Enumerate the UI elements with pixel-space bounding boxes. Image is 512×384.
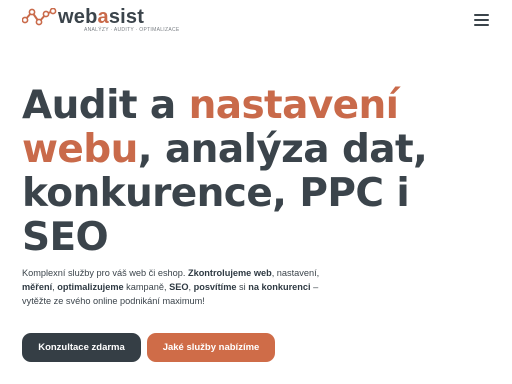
- hero-description: Komplexní služby pro váš web či eshop. Z…: [22, 268, 320, 306]
- logo-tagline: ANALÝZY · AUDITY · OPTIMALIZACE: [84, 27, 180, 33]
- site-header: webasist ANALÝZY · AUDITY · OPTIMALIZACE: [0, 0, 512, 44]
- free-consultation-button[interactable]: Konzultace zdarma: [22, 333, 141, 362]
- services-button[interactable]: Jaké služby nabízíme: [147, 333, 275, 362]
- hero-title: Audit a nastavení webu, analýza dat, konk…: [22, 83, 428, 260]
- logo-wordmark: webasist: [58, 6, 145, 28]
- logo-graph-icon: [22, 8, 57, 26]
- webasist-logo[interactable]: webasist ANALÝZY · AUDITY · OPTIMALIZACE: [22, 6, 179, 36]
- hamburger-menu-icon[interactable]: [473, 12, 491, 28]
